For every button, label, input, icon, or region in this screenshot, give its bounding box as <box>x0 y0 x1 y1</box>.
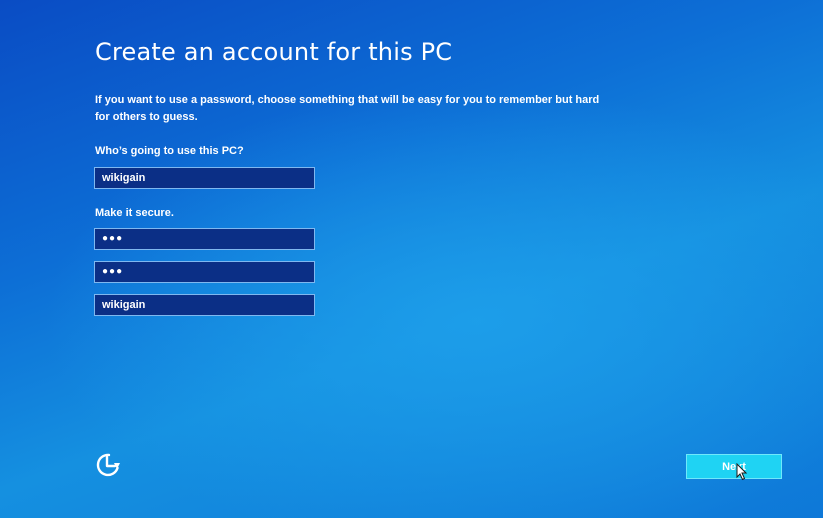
password-input[interactable]: ●●● <box>94 228 315 250</box>
password-hint-value: wikigain <box>102 299 146 311</box>
page-title: Create an account for this PC <box>95 38 453 66</box>
mouse-cursor-icon <box>736 462 748 481</box>
password-hint-input[interactable]: wikigain <box>94 294 315 316</box>
password-description: If you want to use a password, choose so… <box>95 94 600 123</box>
username-label: Who’s going to use this PC? <box>95 145 244 157</box>
password-value: ●●● <box>102 233 124 244</box>
reenter-password-value: ●●● <box>102 266 124 277</box>
username-input[interactable]: wikigain <box>94 167 315 189</box>
reenter-password-input[interactable]: ●●● <box>94 261 315 283</box>
ease-of-access-icon[interactable] <box>93 451 123 479</box>
username-value: wikigain <box>102 172 146 184</box>
next-button[interactable]: Next <box>686 454 782 479</box>
secure-label: Make it secure. <box>95 207 174 219</box>
